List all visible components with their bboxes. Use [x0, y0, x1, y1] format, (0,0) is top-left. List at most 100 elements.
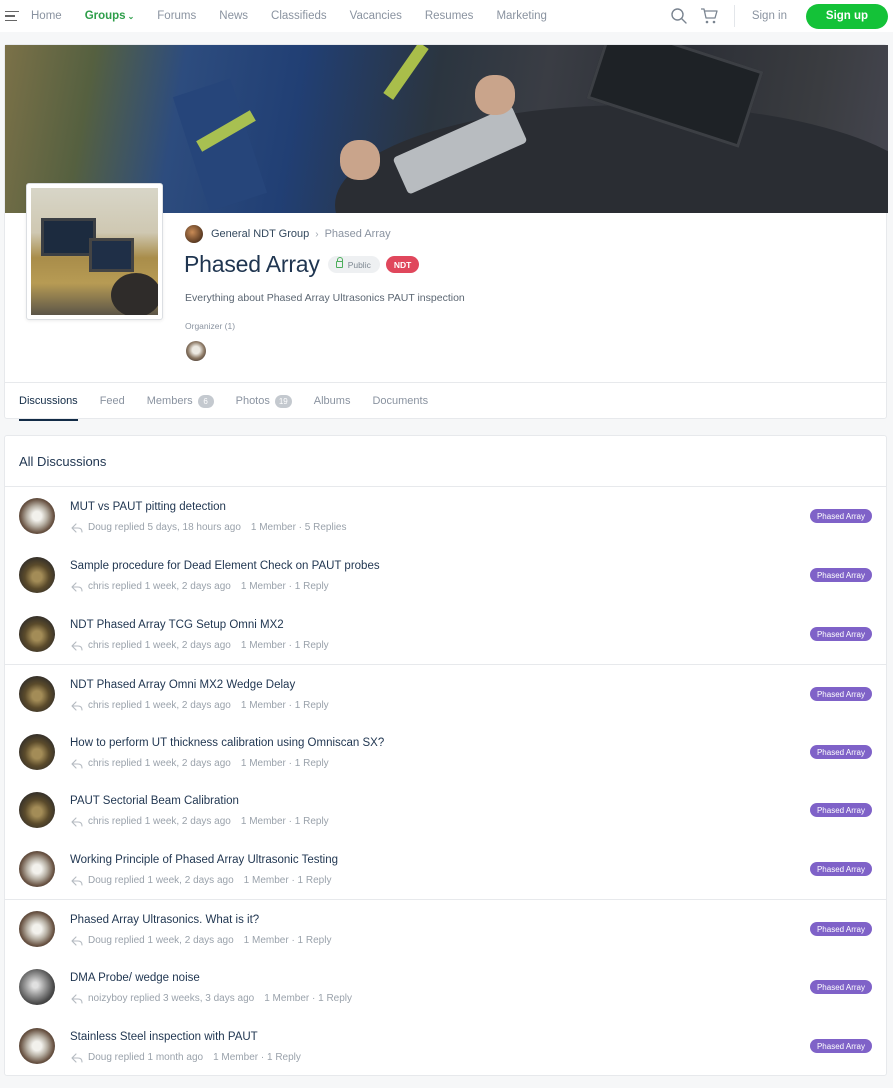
forum-tag[interactable]: Phased Array: [809, 687, 872, 701]
author-avatar[interactable]: [19, 969, 55, 1005]
author-avatar[interactable]: [19, 616, 55, 652]
forum-tag[interactable]: Phased Array: [809, 862, 872, 876]
forum-tag[interactable]: Phased Array: [809, 627, 872, 641]
nav-link-forums[interactable]: Forums: [157, 10, 196, 22]
tab-albums[interactable]: Albums: [314, 383, 351, 420]
group-avatar: [26, 183, 163, 320]
nav-link-groups[interactable]: Groups ⌄: [85, 10, 135, 22]
reply-icon: [71, 816, 83, 827]
main-nav: Home Groups ⌄ Forums News Classifieds Vacancie…: [31, 10, 570, 22]
nav-divider: [733, 5, 735, 27]
discussion-title[interactable]: How to perform UT thickness calibration …: [70, 737, 384, 749]
organizer-avatar[interactable]: [186, 341, 206, 361]
forum-tag[interactable]: Phased Array: [809, 922, 872, 936]
author-avatar[interactable]: [19, 498, 55, 534]
last-reply-text: noizyboy replied 3 weeks, 3 days ago: [88, 993, 255, 1004]
forum-tag[interactable]: Phased Array: [809, 1039, 872, 1053]
discussion-row[interactable]: NDT Phased Array TCG Setup Omni MX2 chris…: [5, 605, 886, 664]
nav-link-home[interactable]: Home: [31, 10, 62, 22]
discussion-title[interactable]: Phased Array Ultrasonics. What is it?: [70, 914, 259, 926]
discussion-row[interactable]: PAUT Sectorial Beam Calibration chris rep…: [5, 781, 886, 840]
reply-icon: [71, 700, 83, 711]
reply-icon: [71, 935, 83, 946]
discussion-stats: 1 Member · 1 Reply: [243, 935, 332, 946]
last-reply-text: chris replied 1 week, 2 days ago: [88, 640, 231, 651]
discussion-row[interactable]: Phased Array Ultrasonics. What is it? Dou…: [5, 899, 886, 958]
reply-icon: [71, 993, 83, 1004]
privacy-badge: Public: [327, 256, 380, 273]
sign-up-button[interactable]: Sign up: [806, 3, 888, 29]
discussion-row[interactable]: NDT Phased Array Omni MX2 Wedge Delay chr…: [5, 664, 886, 723]
discussion-meta: Doug replied 1 month ago 1 Member · 1 Rep…: [71, 1052, 301, 1063]
group-description: Everything about Phased Array Ultrasonic…: [185, 292, 465, 304]
group-header: General NDT Group › Phased Array Phased …: [4, 44, 888, 421]
cart-icon[interactable]: [700, 7, 718, 25]
discussion-meta: chris replied 1 week, 2 days ago 1 Member…: [71, 700, 329, 711]
search-icon[interactable]: [670, 7, 688, 25]
author-avatar[interactable]: [19, 1028, 55, 1064]
discussion-stats: 1 Member · 1 Reply: [240, 581, 329, 592]
lock-icon: [335, 257, 344, 268]
discussion-title[interactable]: PAUT Sectorial Beam Calibration: [70, 795, 239, 807]
author-avatar[interactable]: [19, 911, 55, 947]
discussion-meta: chris replied 1 week, 2 days ago 1 Member…: [71, 816, 329, 827]
group-type-badge[interactable]: NDT: [385, 256, 420, 273]
nav-link-resumes[interactable]: Resumes: [425, 10, 474, 22]
tab-feed[interactable]: Feed: [100, 383, 125, 420]
discussion-stats: 1 Member · 1 Reply: [213, 1052, 301, 1063]
tab-count-badge: 6: [197, 394, 214, 408]
tab-documents[interactable]: Documents: [372, 383, 428, 420]
sign-in-link[interactable]: Sign in: [752, 10, 787, 22]
forum-tag[interactable]: Phased Array: [809, 509, 872, 523]
author-avatar[interactable]: [19, 851, 55, 887]
discussion-meta: Doug replied 1 week, 2 days ago 1 Member …: [71, 875, 331, 886]
discussion-meta: noizyboy replied 3 weeks, 3 days ago 1 Me…: [71, 993, 352, 1004]
discussion-row[interactable]: Sample procedure for Dead Element Check …: [5, 546, 886, 605]
nav-link-marketing[interactable]: Marketing: [496, 10, 547, 22]
nav-link-vacancies[interactable]: Vacancies: [350, 10, 402, 22]
nav-link-classifieds[interactable]: Classifieds: [271, 10, 327, 22]
tab-discussions[interactable]: Discussions: [19, 383, 78, 421]
top-navbar: Home Groups ⌄ Forums News Classifieds Vacancie…: [0, 0, 893, 32]
discussion-title[interactable]: DMA Probe/ wedge noise: [70, 972, 200, 984]
last-reply-text: chris replied 1 week, 2 days ago: [88, 581, 231, 592]
tab-photos[interactable]: Photos 19: [236, 383, 292, 420]
discussion-row[interactable]: How to perform UT thickness calibration …: [5, 723, 886, 782]
reply-icon: [71, 640, 83, 651]
discussion-row[interactable]: Stainless Steel inspection with PAUT Doug…: [5, 1017, 886, 1076]
last-reply-text: Doug replied 1 week, 2 days ago: [88, 875, 234, 886]
tab-members[interactable]: Members 6: [147, 383, 214, 420]
discussion-stats: 1 Member · 1 Reply: [240, 758, 329, 769]
tab-count-badge: 19: [274, 394, 292, 408]
author-avatar[interactable]: [19, 734, 55, 770]
discussion-row[interactable]: Working Principle of Phased Array Ultras…: [5, 840, 886, 899]
discussion-title[interactable]: Working Principle of Phased Array Ultras…: [70, 854, 338, 866]
discussion-stats: 1 Member · 1 Reply: [243, 875, 332, 886]
reply-icon: [71, 581, 83, 592]
chevron-down-icon: ⌄: [127, 12, 135, 21]
forum-tag[interactable]: Phased Array: [809, 745, 872, 759]
discussion-stats: 1 Member · 1 Reply: [240, 816, 329, 827]
discussion-stats: 1 Member · 5 Replies: [250, 522, 347, 533]
author-avatar[interactable]: [19, 792, 55, 828]
forum-tag[interactable]: Phased Array: [809, 980, 872, 994]
discussion-title[interactable]: MUT vs PAUT pitting detection: [70, 501, 226, 513]
discussion-title[interactable]: Sample procedure for Dead Element Check …: [70, 560, 380, 572]
reply-icon: [71, 758, 83, 769]
reply-icon: [71, 875, 83, 886]
discussion-row[interactable]: DMA Probe/ wedge noise noizyboy replied 3…: [5, 958, 886, 1017]
forum-tag[interactable]: Phased Array: [809, 803, 872, 817]
forum-tag[interactable]: Phased Array: [809, 568, 872, 582]
discussion-title[interactable]: NDT Phased Array TCG Setup Omni MX2: [70, 619, 284, 631]
group-tabs: Discussions Feed Members 6 Photos 19 Albums Doc…: [5, 382, 886, 421]
reply-icon: [71, 1052, 83, 1063]
menu-icon[interactable]: [5, 10, 19, 22]
author-avatar[interactable]: [19, 557, 55, 593]
author-avatar[interactable]: [19, 676, 55, 712]
parent-group-avatar: [185, 225, 203, 243]
breadcrumb-parent-link[interactable]: General NDT Group: [211, 228, 309, 240]
discussion-row[interactable]: MUT vs PAUT pitting detection Doug replie…: [5, 487, 886, 546]
nav-link-news[interactable]: News: [219, 10, 248, 22]
discussion-title[interactable]: Stainless Steel inspection with PAUT: [70, 1031, 258, 1043]
discussion-title[interactable]: NDT Phased Array Omni MX2 Wedge Delay: [70, 679, 295, 691]
